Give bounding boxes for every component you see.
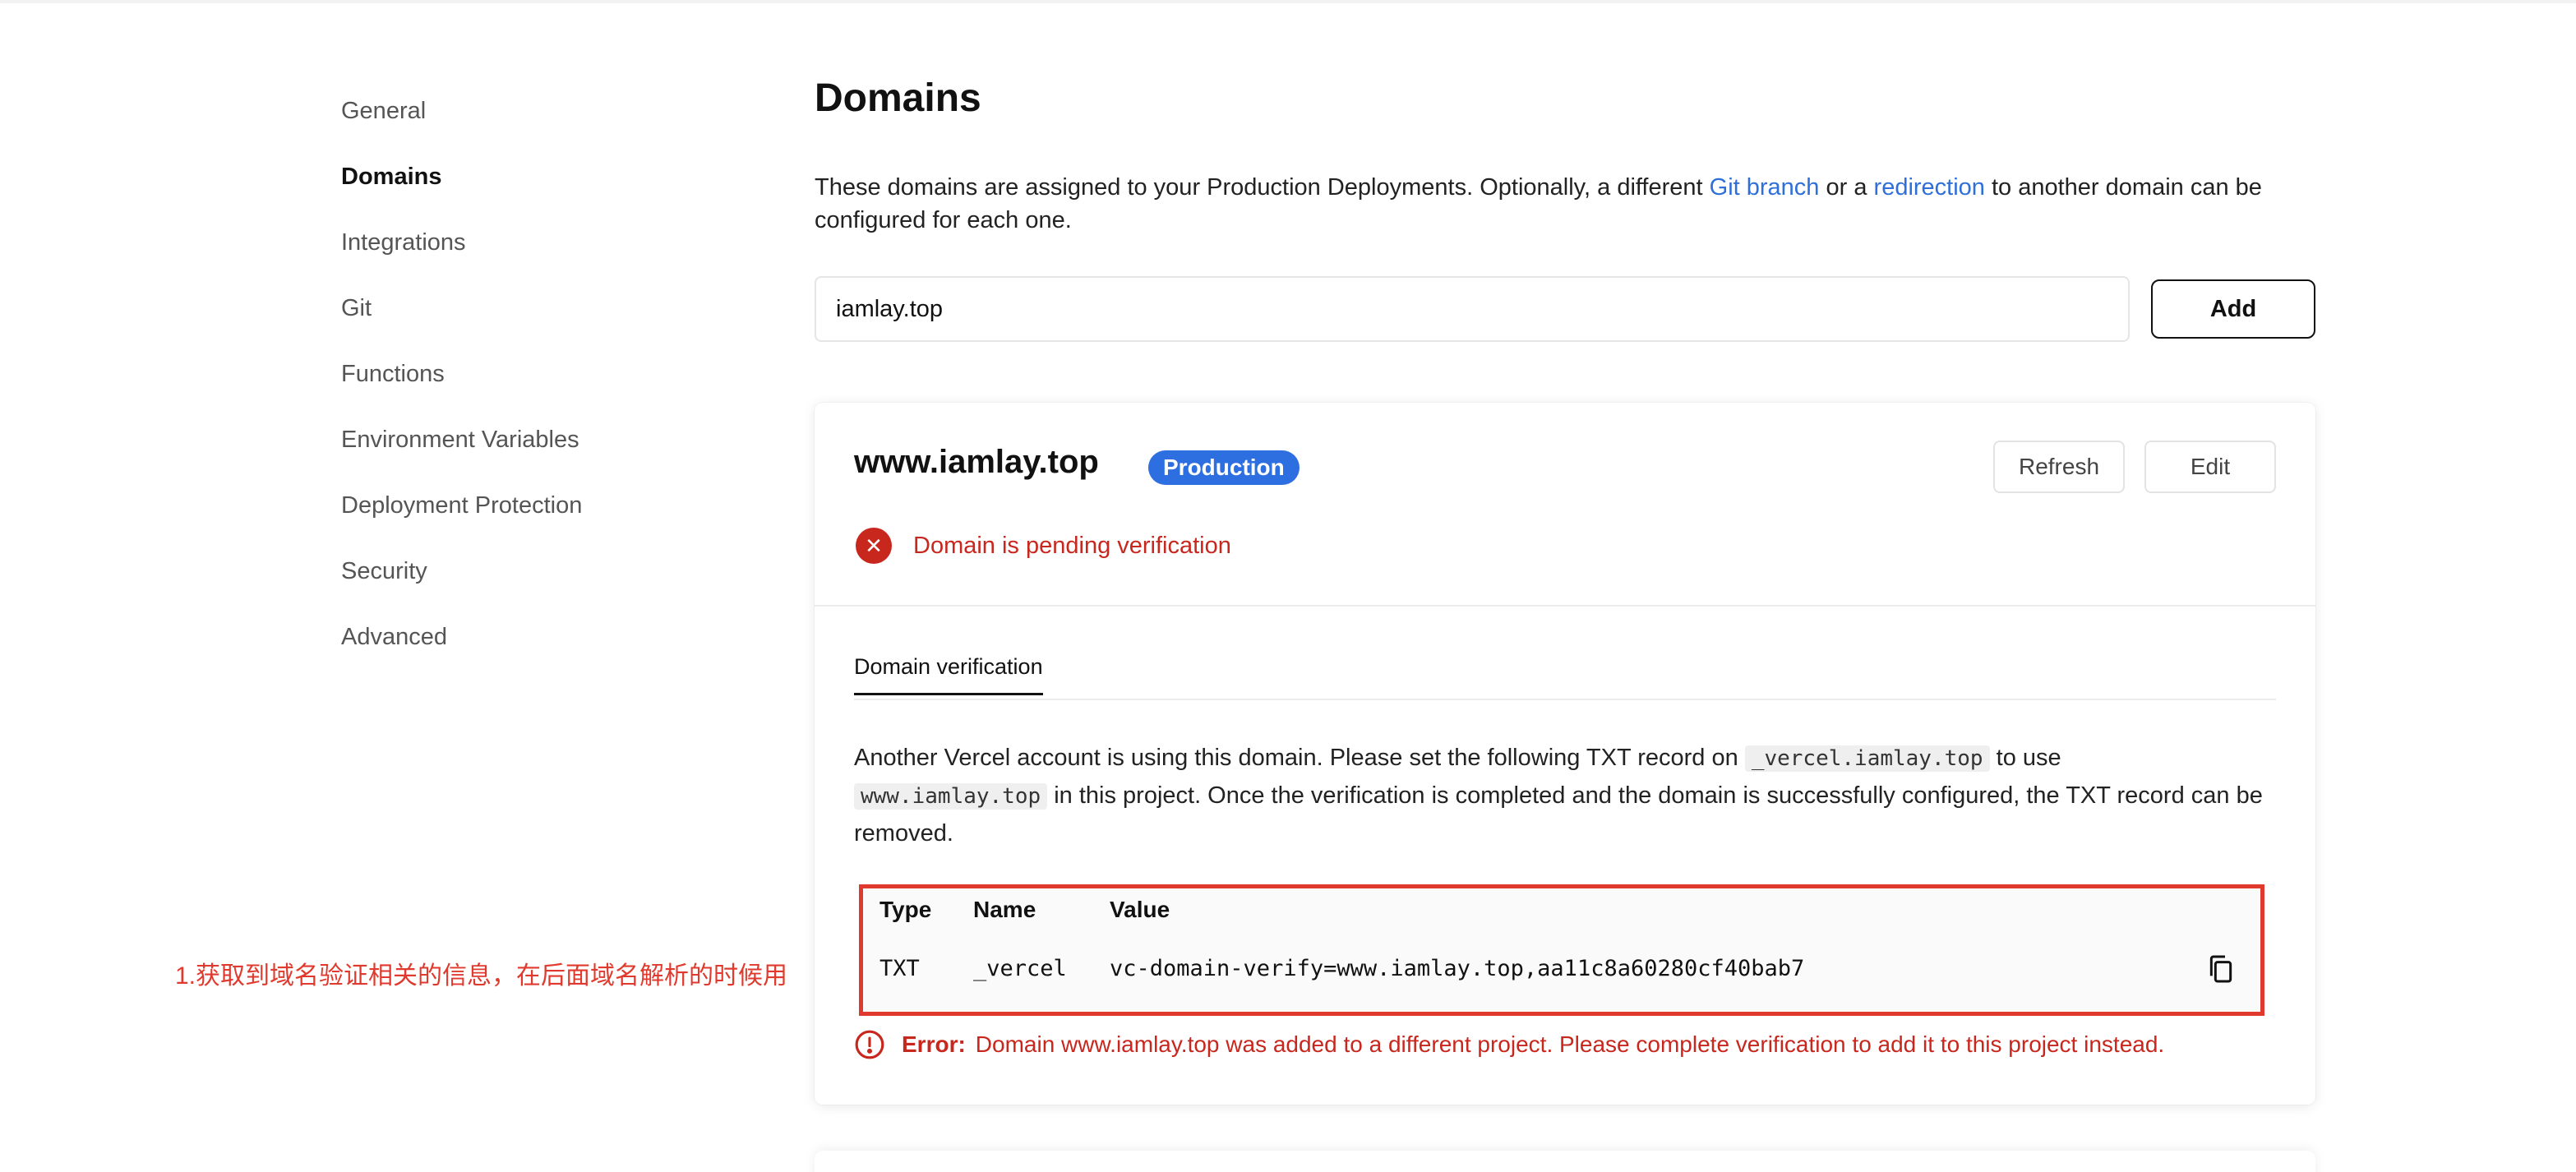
sidebar-item-deployment-protection[interactable]: Deployment Protection [341,485,670,551]
x-circle-icon: ✕ [856,528,892,564]
instructions-text: Another Vercel account is using this dom… [854,745,1745,771]
sidebar-item-integrations[interactable]: Integrations [341,222,670,288]
domain-code: www.iamlay.top [854,783,1048,810]
divider [815,605,2315,607]
verification-instructions: Another Vercel account is using this dom… [854,740,2276,852]
redirection-link[interactable]: redirection [1874,174,1985,201]
sidebar-item-general[interactable]: General [341,90,670,156]
verification-status: ✕ Domain is pending verification [856,528,1231,564]
column-header-value: Value [1110,897,1170,922]
record-value: vc-domain-verify=www.iamlay.top,aa11c8a6… [1110,956,1805,981]
settings-sidebar: General Domains Integrations Git Functio… [341,90,670,682]
description-text: These domains are assigned to your Produ… [815,174,1710,201]
top-border [0,0,2576,3]
error-label: Error: [902,1031,966,1057]
description-text: or a [1819,174,1874,201]
production-badge: Production [1148,450,1300,485]
txt-record-host-code: _vercel.iamlay.top [1744,745,1990,772]
add-button[interactable]: Add [2151,279,2315,339]
page-description: These domains are assigned to your Produ… [815,171,2315,237]
sidebar-item-security[interactable]: Security [341,551,670,616]
domain-name: www.iamlay.top [854,444,1099,480]
tab-underline [854,699,2276,700]
next-domain-card [815,1151,2315,1172]
copy-icon[interactable] [2204,953,2237,985]
record-type: TXT [879,956,920,981]
sidebar-item-environment-variables[interactable]: Environment Variables [341,419,670,485]
domain-card: www.iamlay.top Production Refresh Edit ✕… [815,403,2315,1105]
column-header-type: Type [879,897,932,922]
annotation-note: 1.获取到域名验证相关的信息，在后面域名解析的时候用 [175,962,788,990]
error-text: Domain www.iamlay.top was added to a dif… [975,1031,2165,1057]
sidebar-item-git[interactable]: Git [341,288,670,353]
tab-domain-verification[interactable]: Domain verification [854,654,1043,695]
sidebar-item-advanced[interactable]: Advanced [341,616,670,682]
edit-button[interactable]: Edit [2144,441,2276,493]
alert-circle-icon [855,1030,884,1059]
txt-record-table: Type Name Value TXT _vercel vc-domain-ve… [859,884,2264,1016]
error-message: Error: Domain www.iamlay.top was added t… [854,1029,2164,1060]
sidebar-item-domains[interactable]: Domains [341,156,670,222]
domain-input[interactable] [815,276,2130,342]
page-title: Domains [815,76,981,120]
sidebar-item-functions[interactable]: Functions [341,353,670,419]
instructions-text: to use [1989,745,2061,771]
refresh-button[interactable]: Refresh [1993,441,2125,493]
record-name: _vercel [973,956,1067,981]
column-header-name: Name [973,897,1036,922]
instructions-text: in this project. Once the verification i… [854,782,2263,847]
git-branch-link[interactable]: Git branch [1710,174,1820,201]
status-text: Domain is pending verification [913,532,1231,559]
